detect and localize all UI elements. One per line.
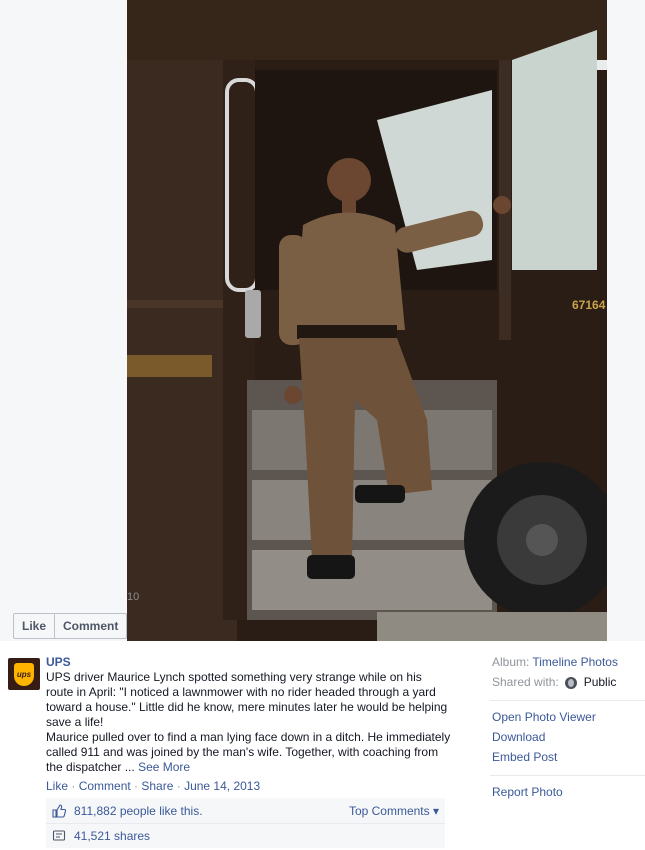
globe-icon bbox=[564, 676, 577, 689]
ups-driver-photo: 67164 10 bbox=[127, 0, 607, 641]
shares-row: 41,521 shares bbox=[46, 823, 445, 848]
album-link[interactable]: Timeline Photos bbox=[532, 655, 618, 670]
shares-count[interactable]: 41,521 shares bbox=[74, 829, 150, 843]
divider bbox=[490, 775, 645, 776]
see-more-link[interactable]: See More bbox=[138, 760, 190, 774]
embed-post-link[interactable]: Embed Post bbox=[492, 750, 642, 765]
meta-like-link[interactable]: Like bbox=[46, 779, 68, 793]
post-meta: Like · Comment · Share · June 14, 2013 bbox=[46, 779, 451, 794]
likes-count[interactable]: 811,882 people like this. bbox=[74, 804, 203, 818]
truck-number: 67164 bbox=[572, 298, 606, 312]
photo-actions: Like Comment bbox=[13, 613, 128, 639]
open-photo-viewer-link[interactable]: Open Photo Viewer bbox=[492, 710, 642, 725]
post-caption: UPS driver Maurice Lynch spotted somethi… bbox=[46, 670, 451, 775]
meta-separator: · bbox=[68, 779, 79, 793]
shared-with-line: Shared with: Public bbox=[492, 675, 642, 690]
meta-separator: · bbox=[173, 779, 185, 793]
meta-comment-link[interactable]: Comment bbox=[79, 779, 131, 793]
report-photo-link[interactable]: Report Photo bbox=[492, 785, 642, 800]
share-icon bbox=[52, 829, 66, 843]
divider bbox=[490, 700, 645, 701]
privacy-value: Public bbox=[583, 675, 617, 689]
ups-avatar[interactable]: ups bbox=[8, 658, 40, 690]
post-date[interactable]: June 14, 2013 bbox=[184, 779, 260, 793]
caption-text: UPS driver Maurice Lynch spotted somethi… bbox=[46, 670, 451, 774]
top-comments-dropdown[interactable]: Top Comments ▾ bbox=[349, 804, 439, 818]
download-link[interactable]: Download bbox=[492, 730, 642, 745]
likes-row: 811,882 people like this. Top Comments ▾ bbox=[46, 798, 445, 823]
thumbs-up-icon bbox=[52, 803, 66, 818]
ufi-box: 811,882 people like this. Top Comments ▾… bbox=[46, 798, 445, 848]
post-body: UPS UPS driver Maurice Lynch spotted som… bbox=[46, 655, 451, 794]
author-name[interactable]: UPS bbox=[46, 655, 451, 670]
shared-with-label: Shared with: bbox=[492, 675, 559, 689]
ups-shield-icon: ups bbox=[14, 662, 34, 686]
album-line: Album: Timeline Photos bbox=[492, 655, 642, 670]
photo[interactable]: 67164 10 bbox=[127, 0, 607, 641]
album-label: Album: bbox=[492, 655, 530, 669]
photo-stage: 67164 10 Like Comment bbox=[0, 0, 645, 641]
truck-number-fragment: 10 bbox=[127, 591, 139, 603]
photo-sidebar: Album: Timeline Photos Shared with: Publ… bbox=[490, 655, 645, 805]
meta-separator: · bbox=[130, 779, 142, 793]
meta-share-link[interactable]: Share bbox=[141, 779, 173, 793]
like-button[interactable]: Like bbox=[14, 614, 54, 638]
comment-button[interactable]: Comment bbox=[54, 614, 126, 638]
